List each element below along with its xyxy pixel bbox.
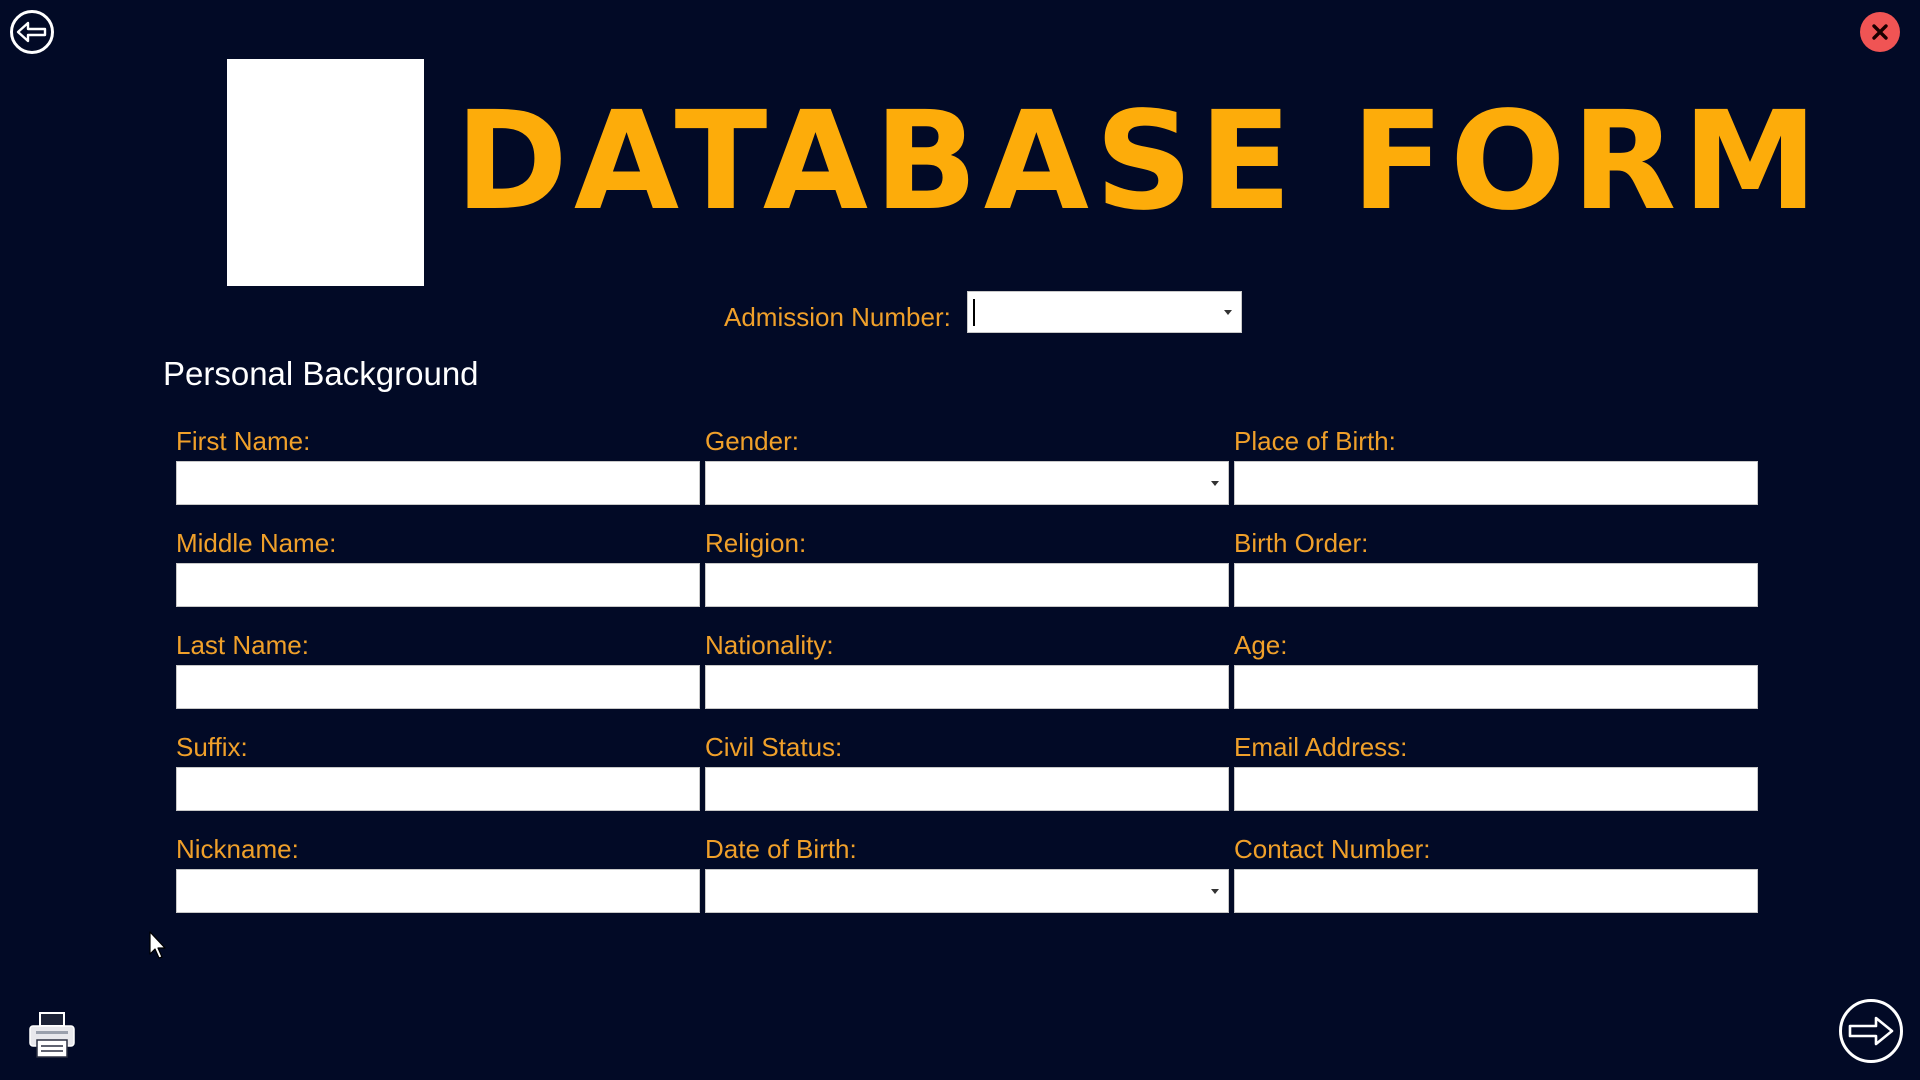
first-name-label: First Name: <box>176 426 311 456</box>
first-name-input[interactable] <box>176 461 700 505</box>
email-address-input[interactable] <box>1234 767 1758 811</box>
suffix-input[interactable] <box>176 767 700 811</box>
civil-status-label: Civil Status: <box>705 732 843 762</box>
arrow-right-icon <box>1848 1016 1894 1046</box>
close-icon <box>1872 24 1888 40</box>
birth-order-field: Birth Order: <box>1234 523 1758 607</box>
place-of-birth-input[interactable] <box>1234 461 1758 505</box>
print-button[interactable] <box>27 1010 77 1060</box>
civil-status-input[interactable] <box>705 767 1229 811</box>
age-field: Age: <box>1234 625 1758 709</box>
suffix-field: Suffix: <box>176 727 700 811</box>
close-button[interactable] <box>1860 12 1900 52</box>
section-title: Personal Background <box>163 355 479 392</box>
database-form-window: DATABASE FORM Admission Number: Personal… <box>0 0 1920 1080</box>
contact-number-input[interactable] <box>1234 869 1758 913</box>
suffix-label: Suffix: <box>176 732 248 762</box>
back-button[interactable] <box>10 10 54 54</box>
nickname-input[interactable] <box>176 869 700 913</box>
age-label: Age: <box>1234 630 1288 660</box>
contact-number-label: Contact Number: <box>1234 834 1431 864</box>
next-button[interactable] <box>1839 999 1903 1063</box>
first-name-field: First Name: <box>176 421 700 505</box>
age-input[interactable] <box>1234 665 1758 709</box>
middle-name-field: Middle Name: <box>176 523 700 607</box>
gender-select[interactable] <box>705 461 1229 505</box>
mouse-pointer-icon <box>149 931 166 959</box>
contact-number-field: Contact Number: <box>1234 829 1758 913</box>
gender-field: Gender: <box>705 421 1229 505</box>
last-name-field: Last Name: <box>176 625 700 709</box>
nickname-label: Nickname: <box>176 834 299 864</box>
last-name-label: Last Name: <box>176 630 309 660</box>
religion-label: Religion: <box>705 528 807 558</box>
printer-icon <box>29 1012 75 1058</box>
religion-input[interactable] <box>705 563 1229 607</box>
religion-field: Religion: <box>705 523 1229 607</box>
date-of-birth-picker[interactable] <box>705 869 1229 913</box>
admission-number-label: Admission Number: <box>724 302 951 332</box>
page-title: DATABASE FORM <box>455 83 1824 241</box>
date-of-birth-label: Date of Birth: <box>705 834 857 864</box>
civil-status-field: Civil Status: <box>705 727 1229 811</box>
chevron-down-icon <box>1211 481 1219 486</box>
logo-placeholder <box>227 59 424 286</box>
place-of-birth-field: Place of Birth: <box>1234 421 1758 505</box>
nationality-input[interactable] <box>705 665 1229 709</box>
email-address-label: Email Address: <box>1234 732 1408 762</box>
admission-number-select[interactable] <box>967 291 1242 333</box>
place-of-birth-label: Place of Birth: <box>1234 426 1396 456</box>
gender-label: Gender: <box>705 426 799 456</box>
personal-background-form: First Name: Gender: Place of Birth: Midd… <box>176 421 1758 913</box>
last-name-input[interactable] <box>176 665 700 709</box>
chevron-down-icon <box>1211 889 1219 894</box>
text-caret <box>973 299 975 326</box>
email-address-field: Email Address: <box>1234 727 1758 811</box>
nationality-field: Nationality: <box>705 625 1229 709</box>
birth-order-input[interactable] <box>1234 563 1758 607</box>
date-of-birth-field: Date of Birth: <box>705 829 1229 913</box>
chevron-down-icon <box>1224 310 1232 315</box>
nickname-field: Nickname: <box>176 829 700 913</box>
middle-name-input[interactable] <box>176 563 700 607</box>
nationality-label: Nationality: <box>705 630 834 660</box>
birth-order-label: Birth Order: <box>1234 528 1369 558</box>
arrow-left-icon <box>16 21 47 43</box>
middle-name-label: Middle Name: <box>176 528 337 558</box>
